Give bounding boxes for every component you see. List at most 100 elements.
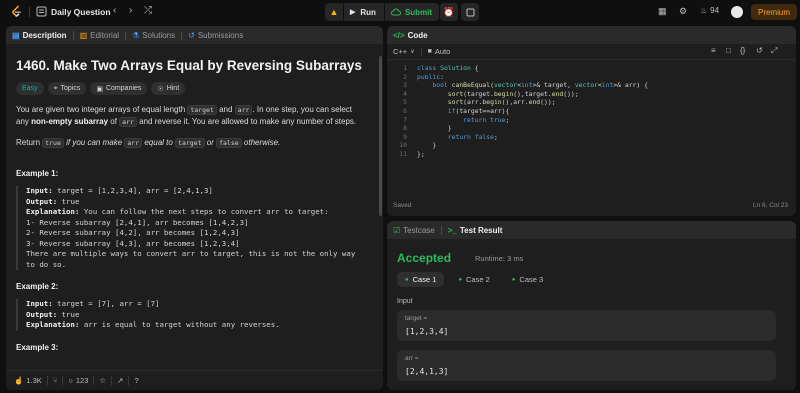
italic-text: otherwise. <box>241 138 281 147</box>
value: true <box>57 196 80 206</box>
comment-count: 123 <box>75 376 89 385</box>
tab-testcase[interactable]: ☑ Testcase <box>393 226 435 235</box>
grid-menu-icon[interactable]: ▦ <box>658 6 667 17</box>
share-icon: ↗ <box>117 376 124 385</box>
code-line[interactable]: 8 } <box>387 124 796 133</box>
code-token: end <box>551 89 564 98</box>
share-button[interactable]: ↗ <box>117 376 123 385</box>
text: and <box>216 105 235 114</box>
line-number: 10 <box>399 141 407 150</box>
code-line[interactable]: 7 return true; <box>387 116 796 125</box>
example-output: Output: true <box>26 310 367 321</box>
code-line[interactable]: 10 } <box>387 141 796 150</box>
line-number: 6 <box>403 106 407 115</box>
language-select[interactable]: C++ <box>393 47 407 56</box>
run-submit-group: ▲ ▶ Run Submit <box>325 3 440 21</box>
code-line[interactable]: 3 bool canBeEqual(vector < int >& target, v… <box>387 81 796 90</box>
save-status: Saved <box>393 202 412 209</box>
thumbs-up-icon: ☝ <box>14 376 24 385</box>
tab-test-result[interactable]: >_ Test Result <box>448 226 503 235</box>
bookmark-icon[interactable]: □ <box>726 46 731 55</box>
comment-icon: ○ <box>68 376 73 385</box>
example-3-title: Example 3: <box>16 342 59 352</box>
next-problem-icon[interactable]: › <box>129 5 132 16</box>
code-line[interactable]: 1 class Solution { <box>387 64 796 73</box>
code-token: true <box>490 115 506 124</box>
code-line[interactable]: 11}; <box>387 150 796 159</box>
divider <box>72 30 74 40</box>
premium-button[interactable]: Premium <box>751 4 797 20</box>
prev-problem-icon[interactable]: ‹ <box>113 5 116 16</box>
case-2-tab[interactable]: ● Case 2 <box>450 272 497 287</box>
code-line[interactable]: 6 if (target==arr){ <box>387 107 796 116</box>
document-icon: ▤ <box>12 30 20 40</box>
tab-solutions[interactable]: ⚗ Solutions <box>132 31 175 40</box>
book-icon: ▥ <box>79 30 88 40</box>
code-token: false <box>474 132 494 141</box>
lightbulb-icon: ☉ <box>157 85 164 93</box>
tab-editorial[interactable]: ▥ Editorial <box>80 31 119 40</box>
avatar[interactable] <box>731 6 743 18</box>
companies-chip[interactable]: ▣ Companies <box>90 82 148 95</box>
favorite-button[interactable]: ☆ <box>99 376 106 385</box>
debug-icon[interactable]: ▲ <box>325 3 343 21</box>
submit-button[interactable]: Submit <box>383 3 439 21</box>
mode-label[interactable]: Auto <box>435 47 450 56</box>
feedback-button[interactable]: ? <box>134 376 138 385</box>
code-line[interactable]: 4 sort (target. begin (),target. end ()); <box>387 90 796 99</box>
explanation-line: 1- Reverse subarray [2,4,1], arr becomes… <box>26 217 249 227</box>
shuffle-icon[interactable]: ⤮ <box>144 5 152 16</box>
reset-icon[interactable]: ↺ <box>756 46 763 55</box>
code-line[interactable]: 5 sort (arr. begin (),arr. end ()); <box>387 98 796 107</box>
input-name: target = <box>405 315 428 322</box>
problem-list-title[interactable]: Daily Question <box>51 7 111 17</box>
divider <box>128 376 130 385</box>
tab-description[interactable]: ▤ Description <box>12 31 67 40</box>
input-target-box[interactable]: target = [1,2,3,4] <box>397 310 776 341</box>
problem-title[interactable]: 1460. Make Two Arrays Equal by Reversing… <box>16 58 367 73</box>
timer-button[interactable]: ⏰ <box>440 3 458 21</box>
like-button[interactable]: ☝ 1.3K <box>14 376 42 385</box>
value: target = [1,2,3,4], arr = [2,4,1,3] <box>52 186 213 195</box>
code-line[interactable]: 9 return false; <box>387 133 796 142</box>
topics-chip[interactable]: ⌖ Topics <box>47 82 87 95</box>
code-token: : <box>440 72 444 81</box>
streak-counter[interactable]: ♨ 94 <box>700 6 719 15</box>
run-button[interactable]: ▶ Run <box>343 3 384 21</box>
input-value: [1,2,3,4] <box>405 327 449 336</box>
tab-label: Test Result <box>459 225 503 235</box>
comments-button[interactable]: ○ 123 <box>68 376 88 385</box>
problem-list-icon[interactable] <box>36 6 47 17</box>
line-number: 11 <box>399 149 407 158</box>
hint-chip[interactable]: ☉ Hint <box>151 82 186 95</box>
dislike-button[interactable]: ☟ <box>53 376 58 385</box>
verdict-status: Accepted <box>397 251 452 265</box>
cloud-upload-icon <box>391 8 401 16</box>
test-panel-tabs: ☑ Testcase >_ Test Result <box>387 221 796 239</box>
label: Explanation: <box>26 320 80 329</box>
fullscreen-icon[interactable]: ⤢ <box>771 46 777 56</box>
code-toolbar: C++ ∨ ■ Auto <box>387 44 796 60</box>
braces-icon[interactable]: {} <box>740 46 745 55</box>
format-icon[interactable]: ≡ <box>711 46 716 55</box>
case-1-tab[interactable]: ● Case 1 <box>397 272 445 287</box>
explanation-line: 3- Reverse subarray [4,3], arr becomes [… <box>26 238 240 248</box>
tab-submissions[interactable]: ↺ Submissions <box>188 31 243 40</box>
code-token: int <box>520 81 533 90</box>
code-token: canBeEqual <box>451 81 491 90</box>
inline-code: true <box>42 138 64 148</box>
cursor-position: Ln 6, Col 23 <box>752 202 788 209</box>
description-scrollbar[interactable] <box>379 56 382 216</box>
settings-gear-icon[interactable]: ⚙ <box>679 6 687 17</box>
tab-label: Code <box>407 30 428 40</box>
leetcode-logo[interactable] <box>10 5 24 19</box>
code-line[interactable]: 2 public: <box>387 73 796 82</box>
code-token: bool <box>432 81 452 90</box>
case-3-tab[interactable]: ● Case 3 <box>504 272 551 287</box>
tab-code[interactable]: </> Code <box>393 31 428 40</box>
input-arr-box[interactable]: arr = [2,4,1,3] <box>397 350 776 381</box>
code-editor[interactable]: 1 class Solution {2 public:3 bool canBeEqu… <box>387 64 796 159</box>
pass-dot-icon: ● <box>458 276 463 283</box>
notes-button[interactable] <box>461 3 479 21</box>
